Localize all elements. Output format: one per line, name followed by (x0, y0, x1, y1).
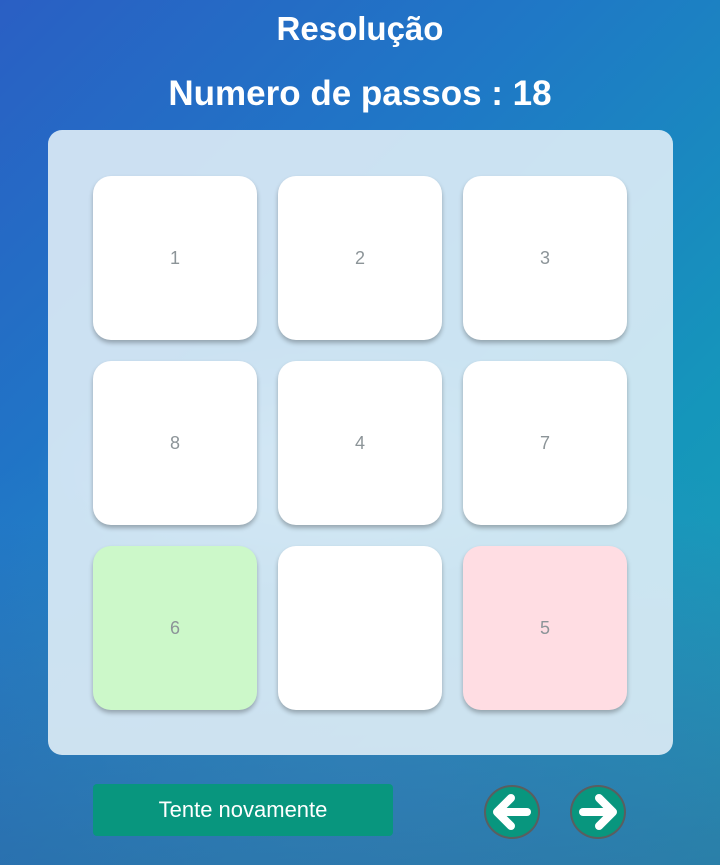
arrow-right-icon (579, 794, 617, 830)
puzzle-tile[interactable]: 1 (93, 176, 257, 340)
arrow-left-icon (493, 794, 531, 830)
puzzle-tile[interactable]: 2 (278, 176, 442, 340)
previous-step-button[interactable] (484, 785, 540, 839)
puzzle-tile-pink[interactable]: 5 (463, 546, 627, 710)
retry-button[interactable]: Tente novamente (93, 784, 393, 836)
puzzle-board: 1 2 3 8 4 7 6 5 (48, 130, 673, 755)
puzzle-tile[interactable]: 3 (463, 176, 627, 340)
puzzle-tile[interactable]: 4 (278, 361, 442, 525)
next-step-button[interactable] (570, 785, 626, 839)
puzzle-tile-empty[interactable] (278, 546, 442, 710)
puzzle-tile[interactable]: 8 (93, 361, 257, 525)
steps-counter: Numero de passos : 18 (168, 74, 552, 113)
puzzle-tile-green[interactable]: 6 (93, 546, 257, 710)
page-title: Resolução (276, 10, 444, 47)
puzzle-tile[interactable]: 7 (463, 361, 627, 525)
